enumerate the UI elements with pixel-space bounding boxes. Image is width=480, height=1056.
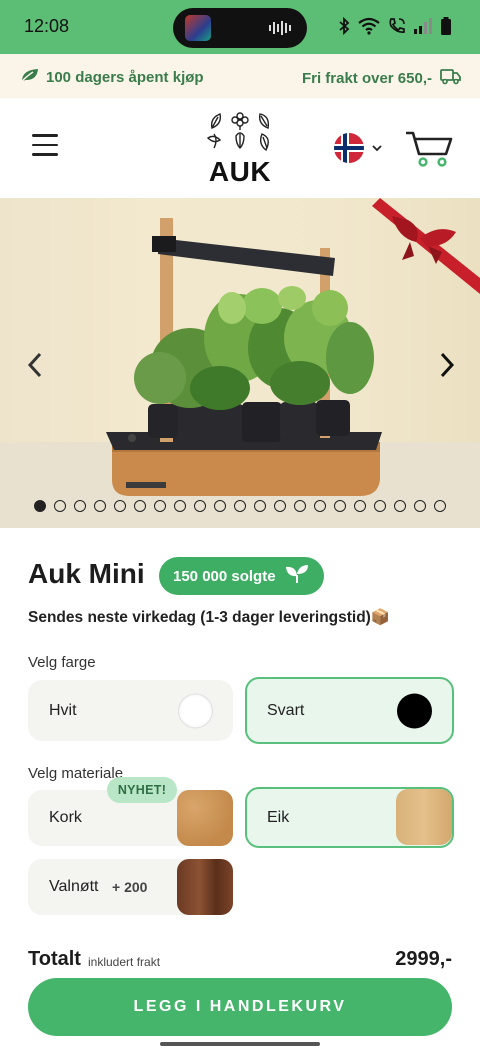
material-section-label: Velg materiale bbox=[28, 765, 124, 782]
product-image-carousel[interactable] bbox=[0, 198, 480, 528]
carousel-dot[interactable] bbox=[314, 500, 326, 512]
total-price: 2999,- bbox=[395, 948, 452, 970]
carousel-dot[interactable] bbox=[74, 500, 86, 512]
language-selector[interactable] bbox=[333, 132, 385, 164]
carousel-dots bbox=[34, 500, 446, 512]
chevron-left-icon bbox=[27, 352, 42, 378]
product-title: Auk Mini bbox=[28, 558, 145, 589]
new-badge: NYHET! bbox=[107, 777, 177, 803]
sold-count-badge: 150 000 solgte bbox=[159, 557, 324, 595]
color-section-label: Velg farge bbox=[28, 654, 96, 671]
norway-flag-icon bbox=[334, 133, 364, 163]
oak-swatch bbox=[396, 789, 452, 845]
cork-swatch bbox=[177, 790, 233, 846]
truck-icon bbox=[440, 67, 462, 89]
product-photo bbox=[0, 198, 480, 528]
carousel-dot[interactable] bbox=[134, 500, 146, 512]
material-option-label: Eik bbox=[267, 808, 290, 826]
material-option-walnut[interactable]: Valnøtt + 200 bbox=[28, 859, 233, 915]
color-option-black[interactable]: Svart bbox=[245, 677, 454, 744]
wifi-calling-icon bbox=[388, 17, 406, 39]
total-subtext: inkludert frakt bbox=[88, 955, 161, 969]
status-time: 12:08 bbox=[24, 16, 70, 36]
gift-ribbon-icon bbox=[372, 198, 480, 294]
chevron-down-icon bbox=[372, 145, 382, 152]
leaf-icon bbox=[20, 67, 40, 87]
herb-logo-icon bbox=[206, 112, 270, 152]
now-playing-thumbnail bbox=[185, 15, 211, 41]
status-icons bbox=[338, 16, 452, 39]
sold-count-text: 150 000 solgte bbox=[173, 567, 276, 585]
menu-icon[interactable] bbox=[32, 134, 58, 158]
total-label: Totalt bbox=[28, 948, 81, 970]
add-to-cart-button[interactable]: LEGG I HANDLEKURV bbox=[28, 978, 452, 1036]
promo-right-text: Fri frakt over 650,- bbox=[301, 69, 432, 87]
sprout-icon bbox=[284, 564, 310, 588]
carousel-dot[interactable] bbox=[114, 500, 126, 512]
audio-wave-icon bbox=[269, 21, 293, 35]
carousel-dot[interactable] bbox=[334, 500, 346, 512]
promo-left-text: 100 dagers åpent kjøp bbox=[46, 68, 204, 86]
free-shipping-promo: Fri frakt over 650,- bbox=[302, 67, 462, 89]
material-option-label: Kork bbox=[49, 809, 82, 826]
home-indicator[interactable] bbox=[160, 1042, 320, 1046]
carousel-dot[interactable] bbox=[154, 500, 166, 512]
bluetooth-icon bbox=[338, 16, 350, 39]
carousel-dot[interactable] bbox=[394, 500, 406, 512]
material-option-oak[interactable]: Eik bbox=[245, 787, 454, 848]
battery-icon bbox=[440, 17, 452, 39]
carousel-dot[interactable] bbox=[214, 500, 226, 512]
carousel-dot[interactable] bbox=[414, 500, 426, 512]
logo[interactable]: AUK bbox=[204, 110, 276, 188]
carousel-dot[interactable] bbox=[54, 500, 66, 512]
white-swatch bbox=[178, 693, 213, 728]
carousel-dot[interactable] bbox=[274, 500, 286, 512]
signal-icon bbox=[414, 18, 432, 38]
carousel-dot[interactable] bbox=[254, 500, 266, 512]
material-option-label: Valnøtt bbox=[49, 878, 99, 895]
logo-text: AUK bbox=[208, 156, 272, 187]
chevron-right-icon bbox=[440, 352, 455, 378]
carousel-next-button[interactable] bbox=[434, 350, 458, 380]
shipping-info: Sendes neste virkedag (1-3 dager leverin… bbox=[28, 609, 391, 626]
wifi-icon bbox=[358, 17, 380, 39]
black-swatch bbox=[397, 693, 432, 728]
carousel-dot[interactable] bbox=[374, 500, 386, 512]
open-purchase-promo: 100 dagers åpent kjøp bbox=[20, 67, 204, 87]
carousel-dot[interactable] bbox=[354, 500, 366, 512]
status-bar: 12:08 bbox=[0, 0, 480, 54]
carousel-dot[interactable] bbox=[194, 500, 206, 512]
color-option-label: Svart bbox=[267, 701, 305, 719]
carousel-dot[interactable] bbox=[434, 500, 446, 512]
carousel-dot[interactable] bbox=[34, 500, 46, 512]
carousel-dot[interactable] bbox=[94, 500, 106, 512]
color-option-white[interactable]: Hvit bbox=[28, 680, 233, 741]
site-header: AUK bbox=[0, 98, 480, 198]
carousel-dot[interactable] bbox=[234, 500, 246, 512]
carousel-dot[interactable] bbox=[174, 500, 186, 512]
walnut-swatch bbox=[177, 859, 233, 915]
carousel-dot[interactable] bbox=[294, 500, 306, 512]
dynamic-island bbox=[173, 8, 307, 48]
walnut-price-add: + 200 bbox=[112, 879, 148, 895]
promo-bar: 100 dagers åpent kjøp Fri frakt over 650… bbox=[0, 54, 480, 98]
carousel-prev-button[interactable] bbox=[24, 350, 48, 380]
cart-icon[interactable] bbox=[404, 130, 454, 168]
color-option-label: Hvit bbox=[49, 701, 77, 719]
